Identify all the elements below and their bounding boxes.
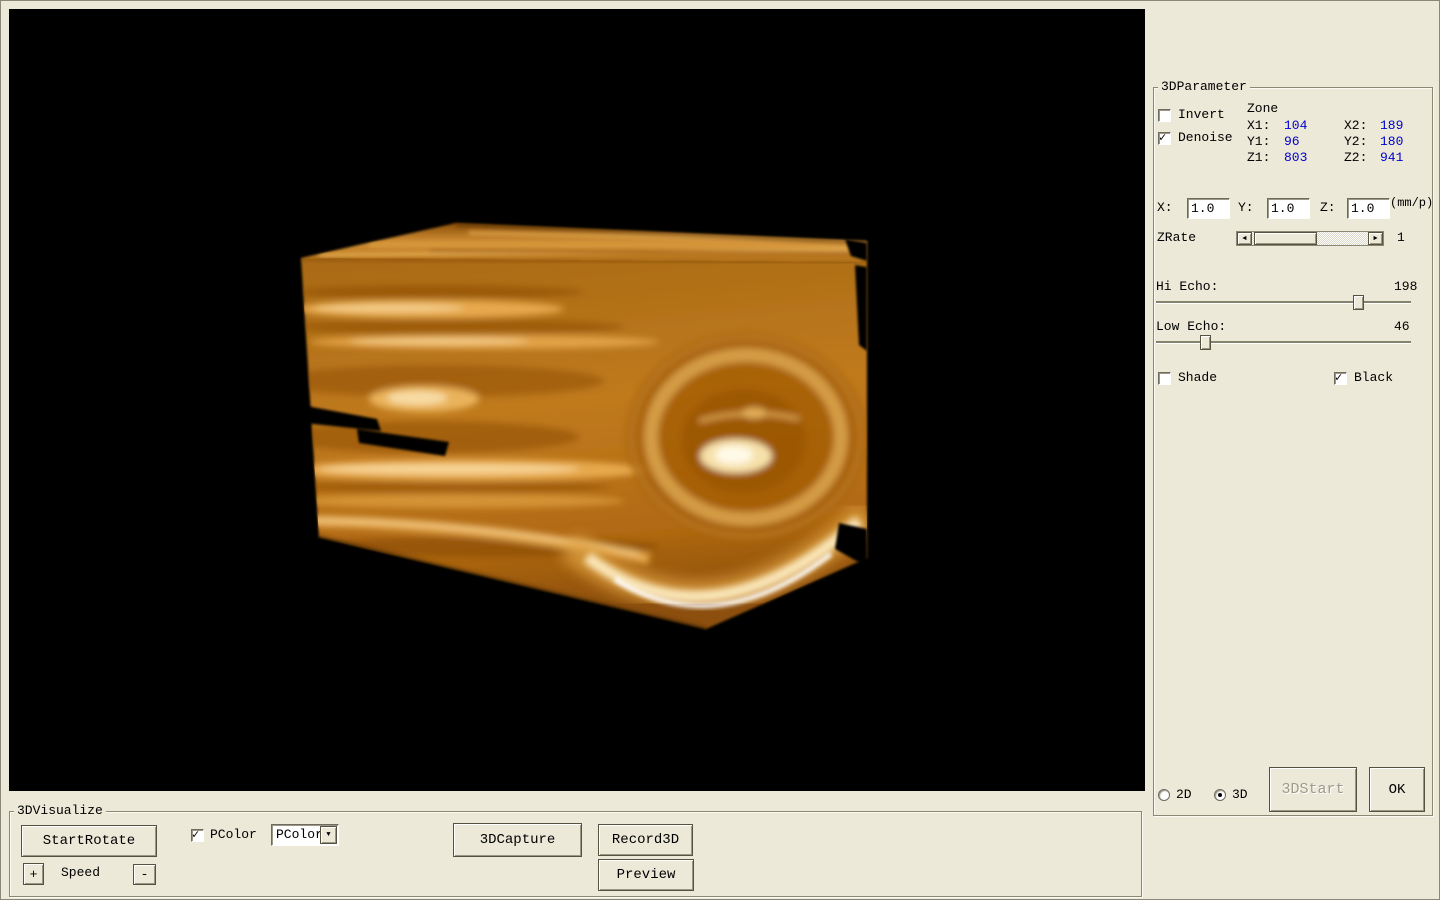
checkmark-icon: ✓: [1159, 130, 1166, 145]
zone-value: 189: [1380, 118, 1426, 134]
scale-y-input[interactable]: [1267, 198, 1310, 219]
zrate-label: ZRate: [1157, 231, 1196, 245]
zone-label: Y2:: [1344, 134, 1380, 150]
mode-2d-radio[interactable]: [1158, 789, 1170, 801]
start-rotate-button[interactable]: StartRotate: [21, 825, 157, 857]
mode-3d-radio[interactable]: [1214, 789, 1226, 801]
hi-echo-slider-thumb[interactable]: [1353, 295, 1364, 310]
zone-value: 803: [1284, 150, 1344, 166]
zone-value: 104: [1284, 118, 1344, 134]
3dstart-button[interactable]: 3DStart: [1269, 767, 1357, 812]
pcolor-dropdown-value: PColor: [276, 827, 323, 842]
checkmark-icon: ✓: [1335, 370, 1342, 385]
zone-table: X1: 104 X2: 189 Y1: 96 Y2: 180 Z1: 803 Z…: [1247, 118, 1426, 166]
zone-label: X1:: [1247, 118, 1284, 134]
denoise-checkbox[interactable]: ✓: [1158, 132, 1171, 145]
scale-x-label: X:: [1157, 201, 1173, 215]
hi-echo-slider-track[interactable]: [1156, 301, 1411, 303]
pcolor-dropdown[interactable]: PColor ▼: [271, 824, 339, 846]
param-group-title: 3DParameter: [1158, 80, 1250, 94]
shade-label: Shade: [1178, 371, 1217, 385]
scroll-right-icon: ►: [1373, 235, 1377, 243]
low-echo-slider-track[interactable]: [1156, 341, 1411, 343]
render-viewport[interactable]: [9, 9, 1145, 791]
record3d-button[interactable]: Record3D: [598, 824, 693, 856]
radio-dot: [1218, 793, 1222, 797]
zone-label: Y1:: [1247, 134, 1284, 150]
zone-label: X2:: [1344, 118, 1380, 134]
speed-label: Speed: [61, 866, 100, 880]
low-echo-label: Low Echo:: [1156, 320, 1226, 334]
volume-render: [9, 9, 1145, 791]
invert-label: Invert: [1178, 108, 1225, 122]
hi-echo-label: Hi Echo:: [1156, 280, 1218, 294]
scale-x-input[interactable]: [1187, 198, 1230, 219]
app-window: 3DParameter ✓ Invert ✓ Denoise Zone X1: …: [0, 0, 1440, 900]
scale-z-label: Z:: [1320, 201, 1336, 215]
zone-value: 96: [1284, 134, 1344, 150]
chevron-down-icon: ▼: [326, 831, 330, 839]
visualize-group-title: 3DVisualize: [14, 804, 106, 818]
pcolor-checkbox[interactable]: ✓: [191, 829, 204, 842]
pcolor-checkbox-label: PColor: [210, 828, 257, 842]
zone-label: Z1:: [1247, 150, 1284, 166]
low-echo-value: 46: [1394, 320, 1410, 334]
zone-value: 941: [1380, 150, 1426, 166]
mode-3d-label: 3D: [1232, 788, 1248, 802]
shade-checkbox[interactable]: ✓: [1158, 372, 1171, 385]
hi-echo-value: 198: [1394, 280, 1417, 294]
pcolor-dropdown-button[interactable]: ▼: [320, 826, 337, 844]
invert-checkbox[interactable]: ✓: [1158, 109, 1171, 122]
preview-button[interactable]: Preview: [598, 859, 694, 891]
scroll-left-icon: ◄: [1242, 235, 1246, 243]
ok-button[interactable]: OK: [1369, 767, 1425, 812]
ring-structure: [626, 333, 866, 541]
zone-value: 180: [1380, 134, 1426, 150]
zone-title: Zone: [1247, 102, 1278, 116]
speed-minus-button[interactable]: -: [133, 864, 156, 885]
low-echo-slider-thumb[interactable]: [1200, 335, 1211, 350]
scale-unit-label: (mm/p): [1390, 196, 1433, 210]
3dcapture-button[interactable]: 3DCapture: [453, 823, 582, 857]
mode-2d-label: 2D: [1176, 788, 1192, 802]
black-label: Black: [1354, 371, 1393, 385]
denoise-label: Denoise: [1178, 131, 1233, 145]
speed-plus-button[interactable]: +: [23, 863, 44, 885]
zrate-scroll-thumb[interactable]: [1254, 232, 1317, 245]
zrate-scroll-right-button[interactable]: ►: [1368, 232, 1383, 245]
scale-z-input[interactable]: [1347, 198, 1390, 219]
zrate-value: 1: [1397, 231, 1405, 245]
zrate-scroll-left-button[interactable]: ◄: [1237, 232, 1252, 245]
scale-y-label: Y:: [1238, 201, 1254, 215]
zrate-scrollbar[interactable]: ◄ ►: [1236, 231, 1384, 246]
zone-label: Z2:: [1344, 150, 1380, 166]
black-checkbox[interactable]: ✓: [1334, 372, 1347, 385]
checkmark-icon: ✓: [192, 827, 199, 842]
